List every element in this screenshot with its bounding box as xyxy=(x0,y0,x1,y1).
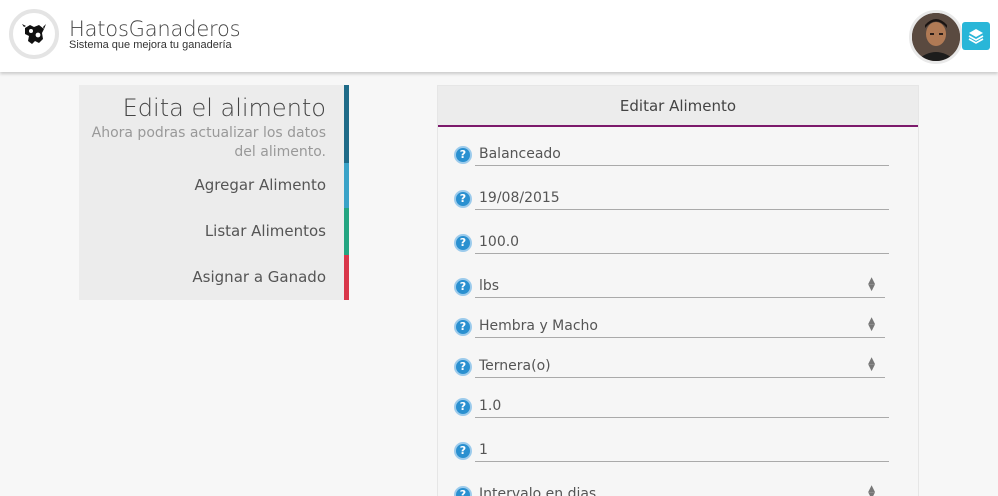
top-header: HatosGanaderos Sistema que mejora tu gan… xyxy=(0,0,998,72)
help-icon[interactable]: ? xyxy=(454,234,472,252)
stage-select-value: Ternera(o) xyxy=(479,358,551,374)
sex-select-value: Hembra y Macho xyxy=(479,318,598,334)
field-sex: ? Hembra y Macho ▲ ▼ xyxy=(454,316,890,344)
field-ration: ? 1.0 xyxy=(454,398,890,424)
stage-select[interactable]: Ternera(o) ▲ ▼ xyxy=(475,356,885,378)
sex-select[interactable]: Hembra y Macho ▲ ▼ xyxy=(475,316,885,338)
layers-icon xyxy=(968,29,984,44)
select-caret-icon: ▲ ▼ xyxy=(868,276,875,293)
help-icon[interactable]: ? xyxy=(454,442,472,460)
help-icon[interactable]: ? xyxy=(454,190,472,208)
unit-select-value: lbs xyxy=(479,278,500,294)
help-icon[interactable]: ? xyxy=(454,278,472,296)
help-icon[interactable]: ? xyxy=(454,486,472,496)
menu-item-assign-cattle[interactable]: Asignar a Ganado xyxy=(79,255,349,300)
select-caret-icon: ▲ ▼ xyxy=(868,316,875,333)
help-icon[interactable]: ? xyxy=(454,398,472,416)
ration-input[interactable]: 1.0 xyxy=(475,396,889,418)
date-input[interactable]: 19/08/2015 xyxy=(475,188,889,210)
menu-header: Edita el alimento Ahora podras actualiza… xyxy=(79,85,349,163)
layers-button[interactable] xyxy=(962,22,990,50)
frequency-input[interactable]: 1 xyxy=(475,440,889,462)
field-unit: ? lbs ▲ ▼ xyxy=(454,276,890,304)
help-icon[interactable]: ? xyxy=(454,146,472,164)
quantity-input[interactable]: 100.0 xyxy=(475,232,889,254)
app-subtitle: Sistema que mejora tu ganadería xyxy=(69,39,232,51)
cow-logo-icon[interactable] xyxy=(9,9,59,59)
help-icon[interactable]: ? xyxy=(454,318,472,336)
select-caret-icon: ▲ ▼ xyxy=(868,356,875,373)
panel-title: Editar Alimento xyxy=(438,86,918,127)
field-date: ? 19/08/2015 xyxy=(454,190,890,216)
field-name: ? Balanceado xyxy=(454,146,890,172)
edit-food-panel: Editar Alimento ? Balanceado ? 19/08/201… xyxy=(437,85,919,496)
user-avatar[interactable] xyxy=(909,10,963,64)
select-caret-icon: ▲ ▼ xyxy=(868,484,875,496)
app-title: HatosGanaderos xyxy=(69,17,241,41)
field-stage: ? Ternera(o) ▲ ▼ xyxy=(454,356,890,384)
help-icon[interactable]: ? xyxy=(454,358,472,376)
menu-title: Edita el alimento xyxy=(122,94,326,122)
unit-select[interactable]: lbs ▲ ▼ xyxy=(475,276,885,298)
interval-select[interactable]: Intervalo en dias ▲ ▼ xyxy=(475,484,885,496)
menu-item-list-foods[interactable]: Listar Alimentos xyxy=(79,208,349,255)
side-menu: Edita el alimento Ahora podras actualiza… xyxy=(79,85,349,300)
menu-item-add-food[interactable]: Agregar Alimento xyxy=(79,163,349,208)
field-quantity: ? 100.0 xyxy=(454,234,890,260)
field-interval: ? Intervalo en dias ▲ ▼ xyxy=(454,484,890,496)
interval-select-value: Intervalo en dias xyxy=(479,486,597,496)
menu-description: Ahora podras actualizar los datos del al… xyxy=(91,125,326,160)
name-input[interactable]: Balanceado xyxy=(475,144,889,166)
field-frequency: ? 1 xyxy=(454,442,890,468)
